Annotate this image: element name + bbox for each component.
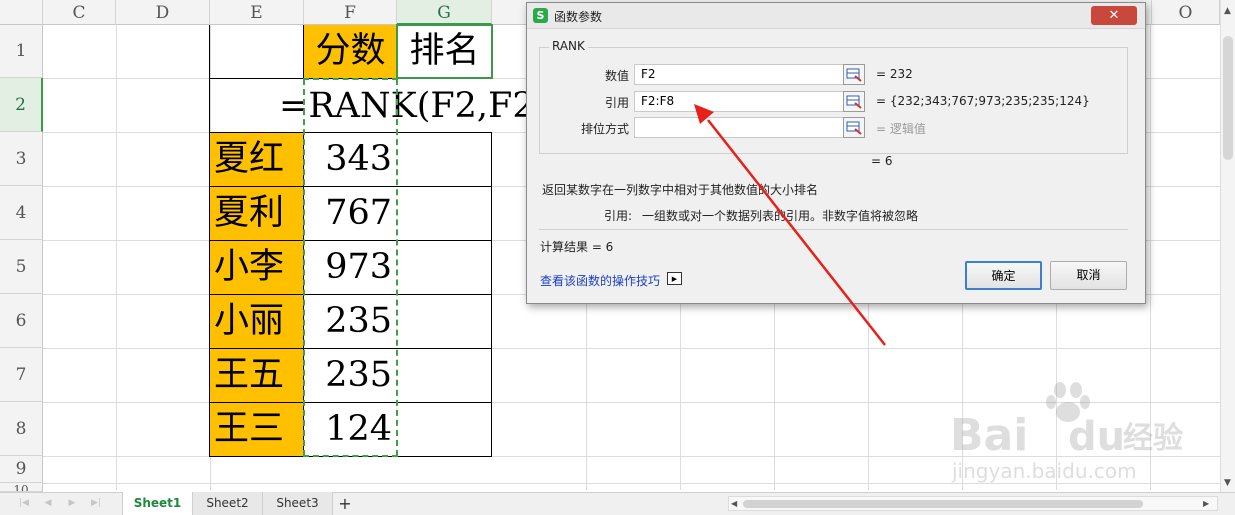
annotation-arrow	[694, 104, 886, 346]
